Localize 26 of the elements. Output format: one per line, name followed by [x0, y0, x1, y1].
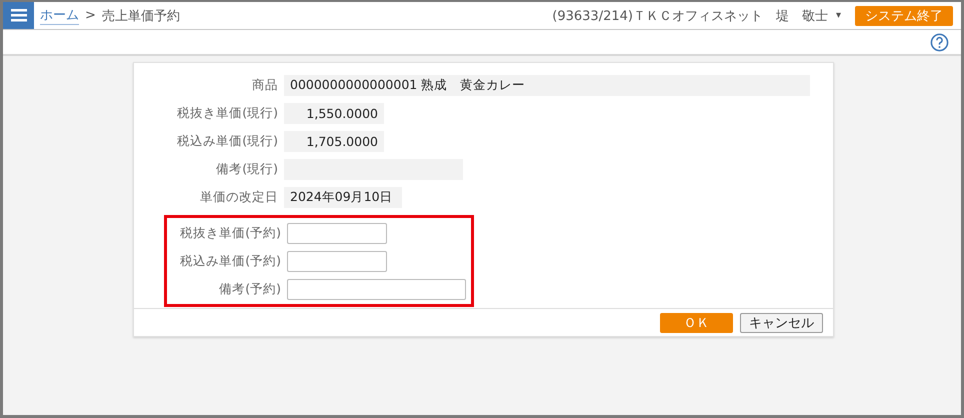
breadcrumb-current: 売上単価予約	[102, 8, 180, 24]
menu-button[interactable]	[3, 2, 34, 29]
input-field[interactable]	[287, 250, 387, 272]
input-field[interactable]	[287, 222, 387, 244]
ok-button[interactable]: ＯＫ	[660, 312, 733, 332]
user-name: (93633/214)ＴＫＣオフィスネット 堤 敬士	[552, 8, 828, 24]
field-label: 商品	[251, 76, 278, 94]
value-display: 0000000000000001 熟成 黄金カレー	[284, 74, 810, 96]
field-label: 単価の改定日	[199, 188, 278, 206]
field-label: 税込み単価(予約)	[179, 252, 281, 270]
field-label: 税抜き単価(予約)	[179, 224, 281, 242]
field-label: 税込み単価(現行)	[176, 132, 278, 150]
menu-icon	[10, 9, 26, 22]
breadcrumb-link[interactable]: ホーム	[40, 6, 79, 25]
breadcrumb-separator: >	[85, 8, 96, 23]
value-display: 2024年09月10日	[284, 186, 402, 208]
help-icon[interactable]	[930, 32, 949, 52]
exit-button[interactable]: システム終了	[855, 6, 953, 26]
field-label: 税抜き単価(現行)	[176, 104, 278, 122]
value-display: 1,705.0000	[284, 130, 384, 152]
cancel-button[interactable]: キャンセル	[740, 312, 823, 332]
user-menu-caret[interactable]: ▾	[836, 10, 841, 21]
input-field[interactable]	[287, 278, 466, 300]
field-label: 備考(予約)	[218, 280, 281, 298]
field-label: 備考(現行)	[215, 160, 278, 178]
value-display: 1,550.0000	[284, 102, 384, 124]
